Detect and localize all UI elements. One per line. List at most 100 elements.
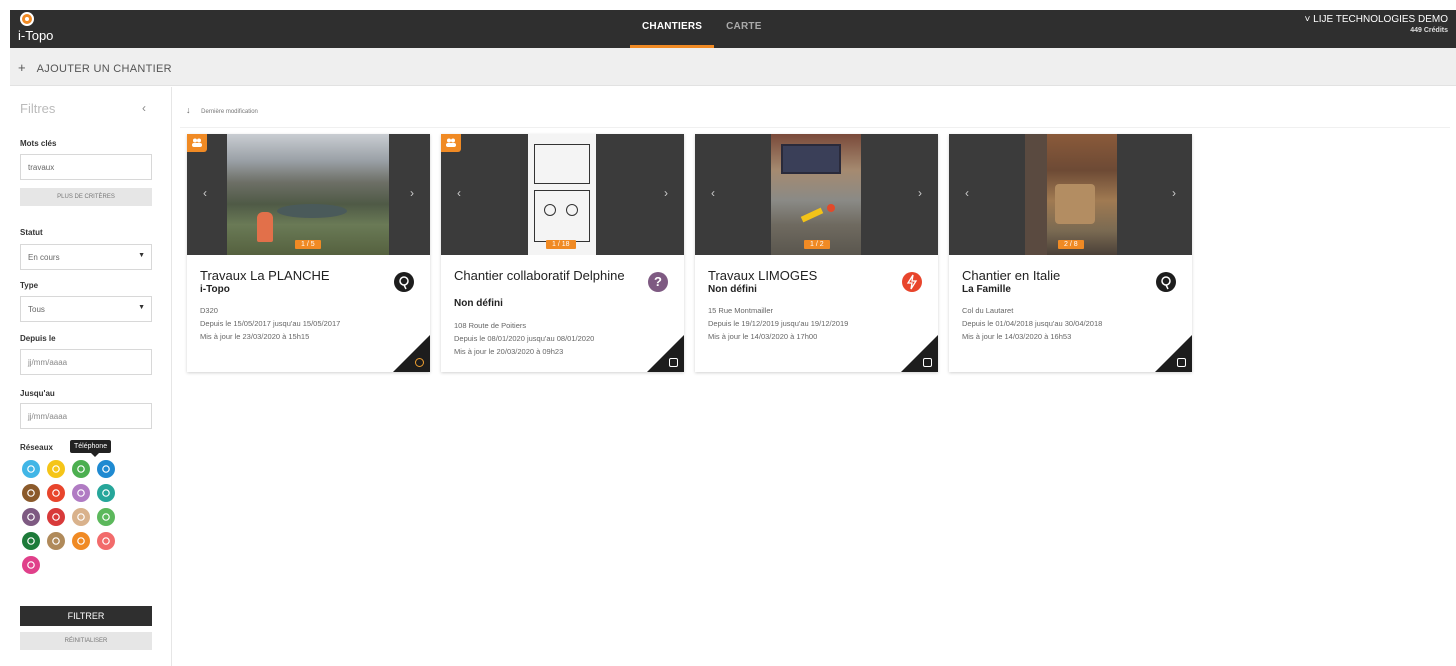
until-label: Jusqu'au	[20, 389, 55, 398]
tab-chantiers[interactable]: CHANTIERS	[630, 10, 715, 48]
shopfront-shape	[781, 144, 841, 174]
keywords-value: travaux	[28, 163, 55, 172]
since-date-input[interactable]: jj/mm/aaaa	[20, 349, 152, 375]
lake-shape	[277, 204, 347, 218]
card-gallery: ‹ › 1 / 5	[187, 134, 430, 255]
telephone-icon[interactable]	[72, 460, 90, 478]
account-name-row: ˅ LIJE TECHNOLOGIES DEMO	[1305, 14, 1448, 25]
prev-photo-icon[interactable]: ‹	[203, 186, 207, 200]
site-card[interactable]: ‹ › 1 / 18 Chantier collaboratif Delphin…	[441, 134, 684, 372]
card-subtitle: Non défini	[454, 298, 503, 309]
next-photo-icon[interactable]: ›	[1172, 186, 1176, 200]
chauffage-icon[interactable]	[72, 484, 90, 502]
assainissement-icon[interactable]	[22, 484, 40, 502]
next-photo-icon[interactable]: ›	[664, 186, 668, 200]
chevron-left-icon[interactable]: ‹	[142, 101, 146, 115]
card-gallery: ‹ › 1 / 2	[695, 134, 938, 255]
until-placeholder: jj/mm/aaaa	[28, 412, 68, 421]
card-address: 108 Route de Poitiers	[454, 321, 527, 330]
account-name: LIJE TECHNOLOGIES DEMO	[1313, 14, 1448, 25]
prev-photo-icon[interactable]: ‹	[711, 186, 715, 200]
reset-button[interactable]: RÉINITIALISER	[20, 632, 152, 650]
card-updated: Mis à jour le 23/03/2020 à 15h15	[200, 332, 310, 341]
prev-photo-icon[interactable]: ‹	[965, 186, 969, 200]
arbre-icon[interactable]	[22, 532, 40, 550]
card-address: 15 Rue Montmailler	[708, 306, 774, 315]
next-photo-icon[interactable]: ›	[410, 186, 414, 200]
keywords-input[interactable]: travaux	[20, 154, 152, 180]
group-badge	[441, 134, 461, 152]
transport-icon[interactable]	[97, 508, 115, 526]
sort-control[interactable]: ↓ Dernière modification	[186, 105, 258, 115]
tab-carte[interactable]: CARTE	[714, 10, 773, 48]
red-marker-shape	[827, 204, 835, 212]
since-placeholder: jj/mm/aaaa	[28, 358, 68, 367]
type-value: Tous	[28, 305, 45, 314]
eau-icon[interactable]	[22, 460, 40, 478]
card-dates: Depuis le 01/04/2018 jusqu'au 30/04/2018	[962, 319, 1103, 328]
site-card[interactable]: ‹ › 2 / 8 Chantier en Italie La Famille …	[949, 134, 1192, 372]
card-updated: Mis à jour le 14/03/2020 à 16h53	[962, 332, 1072, 341]
card-title: Travaux LIMOGES	[708, 268, 818, 283]
more-criteria-button[interactable]: PLUS DE CRITÈRES	[20, 188, 152, 206]
dirt-shape	[1055, 184, 1095, 224]
card-photo	[1025, 134, 1117, 255]
urne-icon[interactable]	[47, 532, 65, 550]
type-label: Type	[20, 281, 39, 290]
card-subtitle: La Famille	[962, 284, 1011, 295]
app-logo[interactable]: i-Topo	[18, 12, 78, 46]
add-site-button[interactable]: + AJOUTER UN CHANTIER	[18, 60, 172, 75]
group-badge	[187, 134, 207, 152]
site-card[interactable]: ‹ › 1 / 2 Travaux LIMOGES Non défini 15 …	[695, 134, 938, 372]
since-label: Depuis le	[20, 334, 56, 343]
electricite-icon[interactable]	[47, 484, 65, 502]
group-icon	[192, 138, 202, 147]
nuage-icon[interactable]	[22, 556, 40, 574]
ballon-icon[interactable]	[97, 532, 115, 550]
group-icon	[446, 138, 456, 147]
until-date-input[interactable]: jj/mm/aaaa	[20, 403, 152, 429]
card-dates: Depuis le 08/01/2020 jusqu'au 08/01/2020	[454, 334, 595, 343]
square-icon[interactable]	[1177, 358, 1186, 367]
status-select[interactable]: En cours ▼	[20, 244, 152, 270]
arrow-down-icon: ↓	[186, 105, 191, 115]
gaz-icon[interactable]	[47, 460, 65, 478]
main-nav: CHANTIERS CARTE	[630, 10, 774, 48]
signalisation-icon[interactable]	[47, 508, 65, 526]
card-photo	[227, 134, 389, 255]
plus-icon: +	[18, 60, 26, 75]
type-select[interactable]: Tous ▼	[20, 296, 152, 322]
card-title: Travaux La PLANCHE	[200, 268, 330, 283]
recyclage-icon[interactable]	[72, 532, 90, 550]
eclairage-icon[interactable]	[97, 484, 115, 502]
card-dates: Depuis le 15/05/2017 jusqu'au 15/05/2017	[200, 319, 341, 328]
prev-photo-icon[interactable]: ‹	[457, 186, 461, 200]
position-pin-icon	[1156, 272, 1176, 292]
card-address: Col du Lautaret	[962, 306, 1014, 315]
sketch-frame	[534, 190, 590, 242]
card-dates: Depuis le 19/12/2019 jusqu'au 19/12/2019	[708, 319, 849, 328]
card-corner	[1155, 335, 1192, 372]
logo-text: i-Topo	[18, 28, 54, 43]
add-site-label: AJOUTER UN CHANTIER	[36, 63, 172, 75]
photo-counter: 2 / 8	[1058, 240, 1084, 249]
pin-logo-icon	[20, 12, 34, 26]
next-photo-icon[interactable]: ›	[918, 186, 922, 200]
chevron-down-icon: ˅	[1304, 14, 1311, 25]
card-gallery: ‹ › 1 / 18	[441, 134, 684, 255]
square-icon[interactable]	[669, 358, 678, 367]
filters-sidebar: Filtres ‹ Mots clés travaux PLUS DE CRIT…	[10, 87, 172, 666]
sketch-figure	[566, 204, 578, 216]
filter-button[interactable]: FILTRER	[20, 606, 152, 626]
account-menu[interactable]: ˅ LIJE TECHNOLOGIES DEMO 449 Crédits	[1305, 14, 1448, 34]
account-credits: 449 Crédits	[1410, 27, 1448, 34]
divider	[180, 127, 1450, 128]
hiker-figure	[257, 212, 273, 242]
card-photo	[771, 134, 861, 255]
inconnu-icon[interactable]	[22, 508, 40, 526]
site-card[interactable]: ‹ › 1 / 5 Travaux La PLANCHE i-Topo D320…	[187, 134, 430, 372]
fibre-icon[interactable]	[97, 460, 115, 478]
mobilier-icon[interactable]	[72, 508, 90, 526]
square-icon[interactable]	[923, 358, 932, 367]
photo-icon[interactable]	[415, 358, 424, 367]
